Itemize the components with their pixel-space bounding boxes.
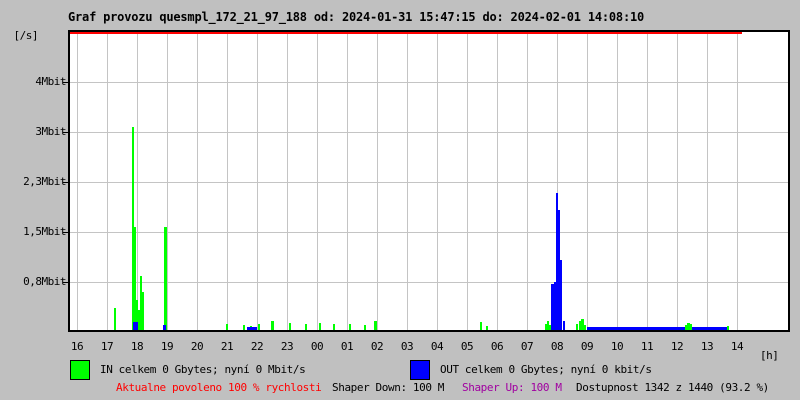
x-tick-label: 04 (430, 340, 444, 353)
in-traffic-bar (243, 325, 245, 330)
x-tick-label: 02 (370, 340, 384, 353)
out-legend-label: OUT celkem 0 Gbytes; nyní 0 kbit/s (440, 363, 652, 376)
in-traffic-bar (258, 324, 260, 330)
out-traffic-bar (133, 322, 138, 330)
out-traffic-bar (560, 260, 562, 330)
in-traffic-bar (727, 326, 729, 330)
x-axis-line (68, 330, 790, 332)
x-tick-label: 20 (190, 340, 204, 353)
in-traffic-bar (584, 325, 586, 330)
in-traffic-bar (576, 324, 578, 330)
in-traffic-bar (333, 324, 335, 330)
x-tick-label: 22 (250, 340, 264, 353)
x-tick-label: 17 (100, 340, 114, 353)
in-traffic-bar (134, 227, 136, 330)
in-traffic-bar (132, 127, 134, 330)
horizontal-gridline (70, 132, 788, 133)
x-tick-label: 21 (220, 340, 234, 353)
x-tick-label: 13 (700, 340, 714, 353)
x-tick-label: 01 (340, 340, 354, 353)
x-tick-label: 12 (670, 340, 684, 353)
in-traffic-bar (114, 308, 116, 330)
x-tick-label: 09 (580, 340, 594, 353)
x-tick-label: 08 (550, 340, 564, 353)
x-axis-unit-label: [h] (760, 349, 779, 362)
in-traffic-bar (687, 323, 690, 330)
in-traffic-bar (480, 322, 482, 330)
in-traffic-bar (579, 321, 581, 330)
shaper-up-status: Shaper Up: 100 M (462, 381, 562, 394)
out-traffic-bar (247, 327, 257, 330)
y-axis-labels: 4Mbit 3Mbit 2,3Mbit 1,5Mbit 0,8Mbit (0, 0, 70, 340)
x-axis-labels: 16 17 18 19 20 21 22 23 00 01 02 03 04 05 06 07 08 09 10 11… (0, 340, 800, 354)
plot-border-top (68, 30, 790, 32)
out-traffic-bar (163, 325, 166, 330)
x-tick-label: 00 (310, 340, 324, 353)
x-tick-label: 11 (640, 340, 654, 353)
y-tick-label: 3Mbit (35, 125, 66, 138)
in-traffic-bar (289, 323, 291, 330)
x-tick-label: 05 (460, 340, 474, 353)
x-tick-label: 10 (610, 340, 624, 353)
out-traffic-bar (558, 210, 560, 330)
shaper-down-status: Shaper Down: 100 M (332, 381, 445, 394)
in-traffic-bar (685, 325, 687, 330)
in-traffic-bar (549, 325, 551, 330)
out-traffic-bar (554, 282, 556, 330)
x-tick-label: 07 (520, 340, 534, 353)
in-legend-swatch (70, 360, 90, 380)
out-traffic-bar (563, 321, 565, 330)
limit-line (70, 32, 742, 34)
in-traffic-bar (547, 321, 549, 330)
plot-background (68, 30, 790, 332)
horizontal-gridline (70, 232, 788, 233)
in-traffic-bar (319, 323, 321, 330)
in-traffic-bar (305, 324, 307, 330)
in-traffic-bar (581, 319, 584, 330)
in-traffic-bar (690, 324, 692, 330)
in-traffic-bar (349, 324, 351, 330)
x-tick-label: 06 (490, 340, 504, 353)
horizontal-gridline (70, 82, 788, 83)
in-traffic-bar (164, 227, 167, 330)
y-tick-label: 2,3Mbit (23, 175, 66, 188)
availability-status: Dostupnost 1342 z 1440 (93.2 %) (576, 381, 769, 394)
x-tick-label: 18 (130, 340, 144, 353)
plot-border-right (788, 30, 790, 332)
out-traffic-bar (556, 193, 558, 330)
in-traffic-bar (545, 324, 547, 330)
in-traffic-bar (486, 326, 488, 330)
in-traffic-bar (271, 321, 274, 330)
in-legend-label: IN celkem 0 Gbytes; nyní 0 Mbit/s (100, 363, 306, 376)
in-traffic-bar (142, 292, 144, 330)
allowed-speed-status: Aktualne povoleno 100 % rychlosti (116, 381, 322, 394)
y-tick-label: 0,8Mbit (23, 275, 66, 288)
x-tick-label: 03 (400, 340, 414, 353)
x-tick-label: 19 (160, 340, 174, 353)
y-tick-label: 4Mbit (35, 75, 66, 88)
horizontal-gridline (70, 282, 788, 283)
x-tick-label: 16 (70, 340, 84, 353)
horizontal-gridline (70, 182, 788, 183)
out-traffic-bar (551, 284, 554, 330)
in-traffic-bar (364, 325, 366, 330)
out-legend-swatch (410, 360, 430, 380)
y-tick-label: 1,5Mbit (23, 225, 66, 238)
in-traffic-bar (374, 321, 377, 330)
out-baseline (587, 327, 728, 330)
in-traffic-bar (226, 324, 228, 330)
in-traffic-bar (140, 276, 142, 330)
x-tick-label: 14 (730, 340, 744, 353)
x-tick-label: 23 (280, 340, 294, 353)
in-traffic-bar (138, 310, 140, 330)
